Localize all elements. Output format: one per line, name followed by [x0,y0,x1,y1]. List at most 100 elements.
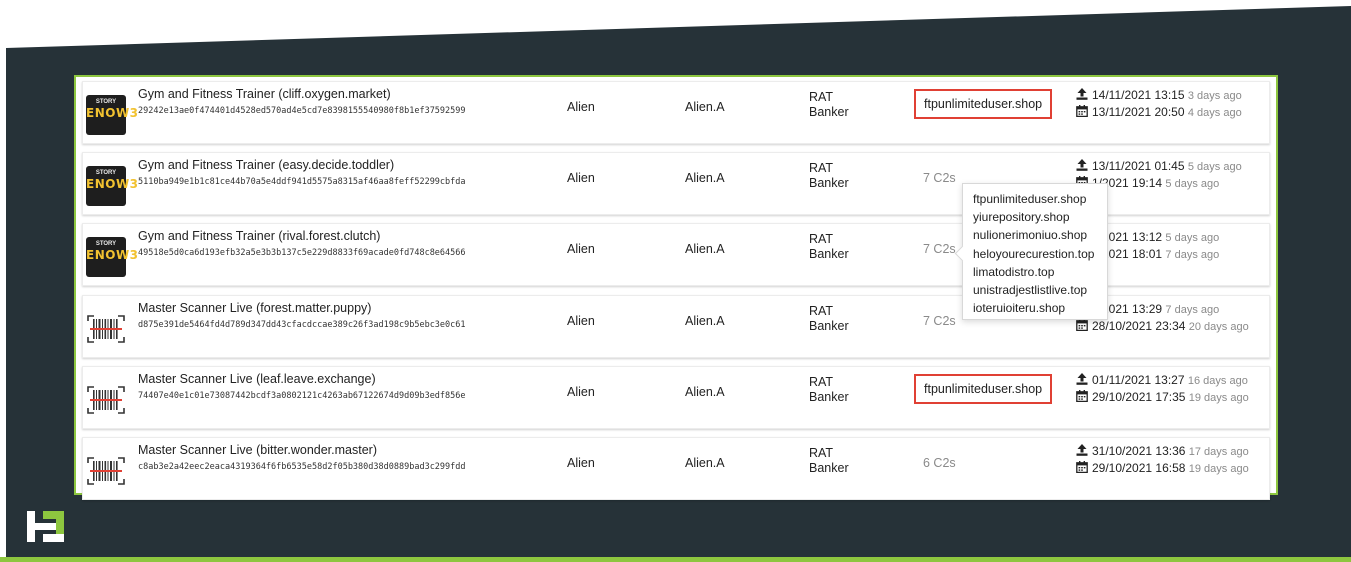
first-seen-date: 28/10/2021 23:34 [1092,319,1189,333]
sample-dates: 31/10/2021 13:36 17 days ago 29/10/2021 1… [1076,443,1249,477]
malware-variant: Alien.A [685,100,725,114]
first-seen-ago: 19 days ago [1188,463,1249,475]
malware-type-line: RAT [809,232,834,246]
first-seen-ago: 7 days ago [1165,249,1220,261]
gym-game-app-icon: STORY ENOW3 [86,95,139,135]
app-name: Gym and Fitness Trainer (cliff.oxygen.ma… [138,87,391,101]
screenshot-stage: STORY ENOW3 Gym and Fitness Trainer (cliff… [0,0,1351,562]
malware-family: Alien [567,385,595,399]
malware-type: RAT Banker [809,161,849,191]
malware-type: RAT Banker [809,304,849,334]
c2-domain-item[interactable]: ioteruioiteru.shop [973,299,1107,317]
app-name: Gym and Fitness Trainer (easy.decide.tod… [138,158,395,172]
malware-variant: Alien.A [685,385,725,399]
malware-family: Alien [567,242,595,256]
malware-type: RAT Banker [809,90,849,120]
sample-hash: d875e391de5464fd4d789d347dd43cfacdccae38… [138,320,466,330]
barcode-scanner-app-icon [86,451,126,491]
calendar-icon [1076,461,1088,474]
malware-type: RAT Banker [809,232,849,262]
first-seen-line: 29/10/2021 17:35 19 days ago [1076,389,1249,406]
sample-hash: 29242e13ae0f474401d4528ed570ad4e5cd7e839… [138,106,466,116]
upload-date: 31/10/2021 13:36 [1092,444,1189,458]
malware-type: RAT Banker [809,446,849,476]
gym-game-app-icon: STORY ENOW3 [86,166,139,206]
upload-arrow-icon [1076,373,1088,385]
c2-domain-item[interactable]: unistradjestlistlive.top [973,281,1107,299]
malware-type-line: Banker [809,319,849,333]
gym-game-app-icon: STORY ENOW3 [86,237,139,277]
calendar-icon [1076,390,1088,403]
upload-date: 13/11/2021 01:45 [1092,159,1188,173]
c2-domain-highlighted[interactable]: ftpunlimiteduser.shop [914,89,1053,119]
sample-hash: c8ab3e2a42eec2eaca4319364f6fb6535e58d2f0… [138,462,466,472]
upload-date-line: 14/11/2021 13:15 3 days ago [1076,87,1242,104]
first-seen-date: 29/10/2021 17:35 [1092,390,1189,404]
app-name: Gym and Fitness Trainer (rival.forest.cl… [138,229,381,243]
malware-type-line: Banker [809,461,849,475]
upload-date-ago: 5 days ago [1187,161,1242,173]
malware-family: Alien [567,171,595,185]
brand-logo-icon [27,511,64,542]
c2-domain-item[interactable]: nulionerimoniuo.shop [973,226,1107,244]
first-seen-ago: 20 days ago [1188,321,1249,333]
malware-family: Alien [567,456,595,470]
sample-hash: 5110ba949e1b1c81ce44b70a5e4ddf941d5575a8… [138,177,466,187]
barcode-scanner-app-icon [86,309,126,349]
upload-arrow-icon [1076,159,1088,171]
upload-date-ago: 5 days ago [1165,232,1220,244]
upload-date-line: 13/11/2021 01:45 5 days ago [1076,158,1242,175]
malware-type-line: Banker [809,390,849,404]
sample-dates: 14/11/2021 13:15 3 days ago 13/11/2021 20… [1076,87,1242,121]
sample-hash: 74407e40e1c01e73087442bcdf3a0802121c4263… [138,391,466,401]
malware-type-line: RAT [809,304,834,318]
c2-list: ftpunlimiteduser.shop yiurepository.shop n… [973,190,1107,317]
malware-family: Alien [567,314,595,328]
first-seen-date: 13/11/2021 20:50 [1092,105,1188,119]
c2-count[interactable]: 7 C2s [923,171,956,185]
calendar-icon [1076,319,1088,332]
first-seen-ago: 5 days ago [1165,178,1220,190]
app-icon-text-main: ENOW3 [86,177,139,191]
upload-arrow-icon [1076,444,1088,456]
malware-variant: Alien.A [685,242,725,256]
table-row[interactable]: Master Scanner Live (bitter.wonder.maste… [82,437,1270,500]
table-row[interactable]: STORY ENOW3 Gym and Fitness Trainer (cliff… [82,81,1270,144]
c2-domain-item[interactable]: heloyourecurestion.top [973,245,1107,263]
first-seen-line: 29/10/2021 16:58 19 days ago [1076,460,1249,477]
app-icon-text-main: ENOW3 [86,106,139,120]
c2-domain-highlighted[interactable]: ftpunlimiteduser.shop [914,374,1053,404]
c2-count[interactable]: 7 C2s [923,242,956,256]
table-row[interactable]: Master Scanner Live (leaf.leave.exchange… [82,366,1270,429]
sample-hash: 49518e5d0ca6d193efb32a5e3b3b137c5e229d88… [138,248,466,258]
malware-type-line: RAT [809,90,834,104]
first-seen-line: 13/11/2021 20:50 4 days ago [1076,104,1242,121]
upload-arrow-icon [1076,88,1088,100]
upload-date-ago: 3 days ago [1187,90,1242,102]
malware-type-line: Banker [809,247,849,261]
malware-type-line: RAT [809,161,834,175]
malware-type-line: Banker [809,105,849,119]
app-name: Master Scanner Live (bitter.wonder.maste… [138,443,377,457]
c2-domain-item[interactable]: limatodistro.top [973,263,1107,281]
upload-date-line: 31/10/2021 13:36 17 days ago [1076,443,1249,460]
c2-count[interactable]: 6 C2s [923,456,956,470]
upload-date-line: 01/11/2021 13:27 16 days ago [1076,372,1249,389]
malware-type-line: Banker [809,176,849,190]
malware-family: Alien [567,100,595,114]
upload-date: 01/11/2021 13:27 [1092,373,1188,387]
app-icon-text-main: ENOW3 [86,248,139,262]
app-name: Master Scanner Live (leaf.leave.exchange… [138,372,376,386]
c2-domain-item[interactable]: yiurepository.shop [973,208,1107,226]
first-seen-ago: 19 days ago [1188,392,1249,404]
app-icon-text-top: STORY [95,241,117,247]
first-seen-date: 29/10/2021 16:58 [1092,461,1189,475]
malware-type-line: RAT [809,446,834,460]
c2-count[interactable]: 7 C2s [923,314,956,328]
c2-domain-item[interactable]: ftpunlimiteduser.shop [973,190,1107,208]
first-seen-line: 28/10/2021 23:34 20 days ago [1076,318,1249,335]
upload-date: 14/11/2021 13:15 [1092,88,1188,102]
calendar-icon [1076,105,1088,118]
upload-date-ago: 16 days ago [1187,375,1248,387]
bottom-accent-line [0,557,1351,562]
